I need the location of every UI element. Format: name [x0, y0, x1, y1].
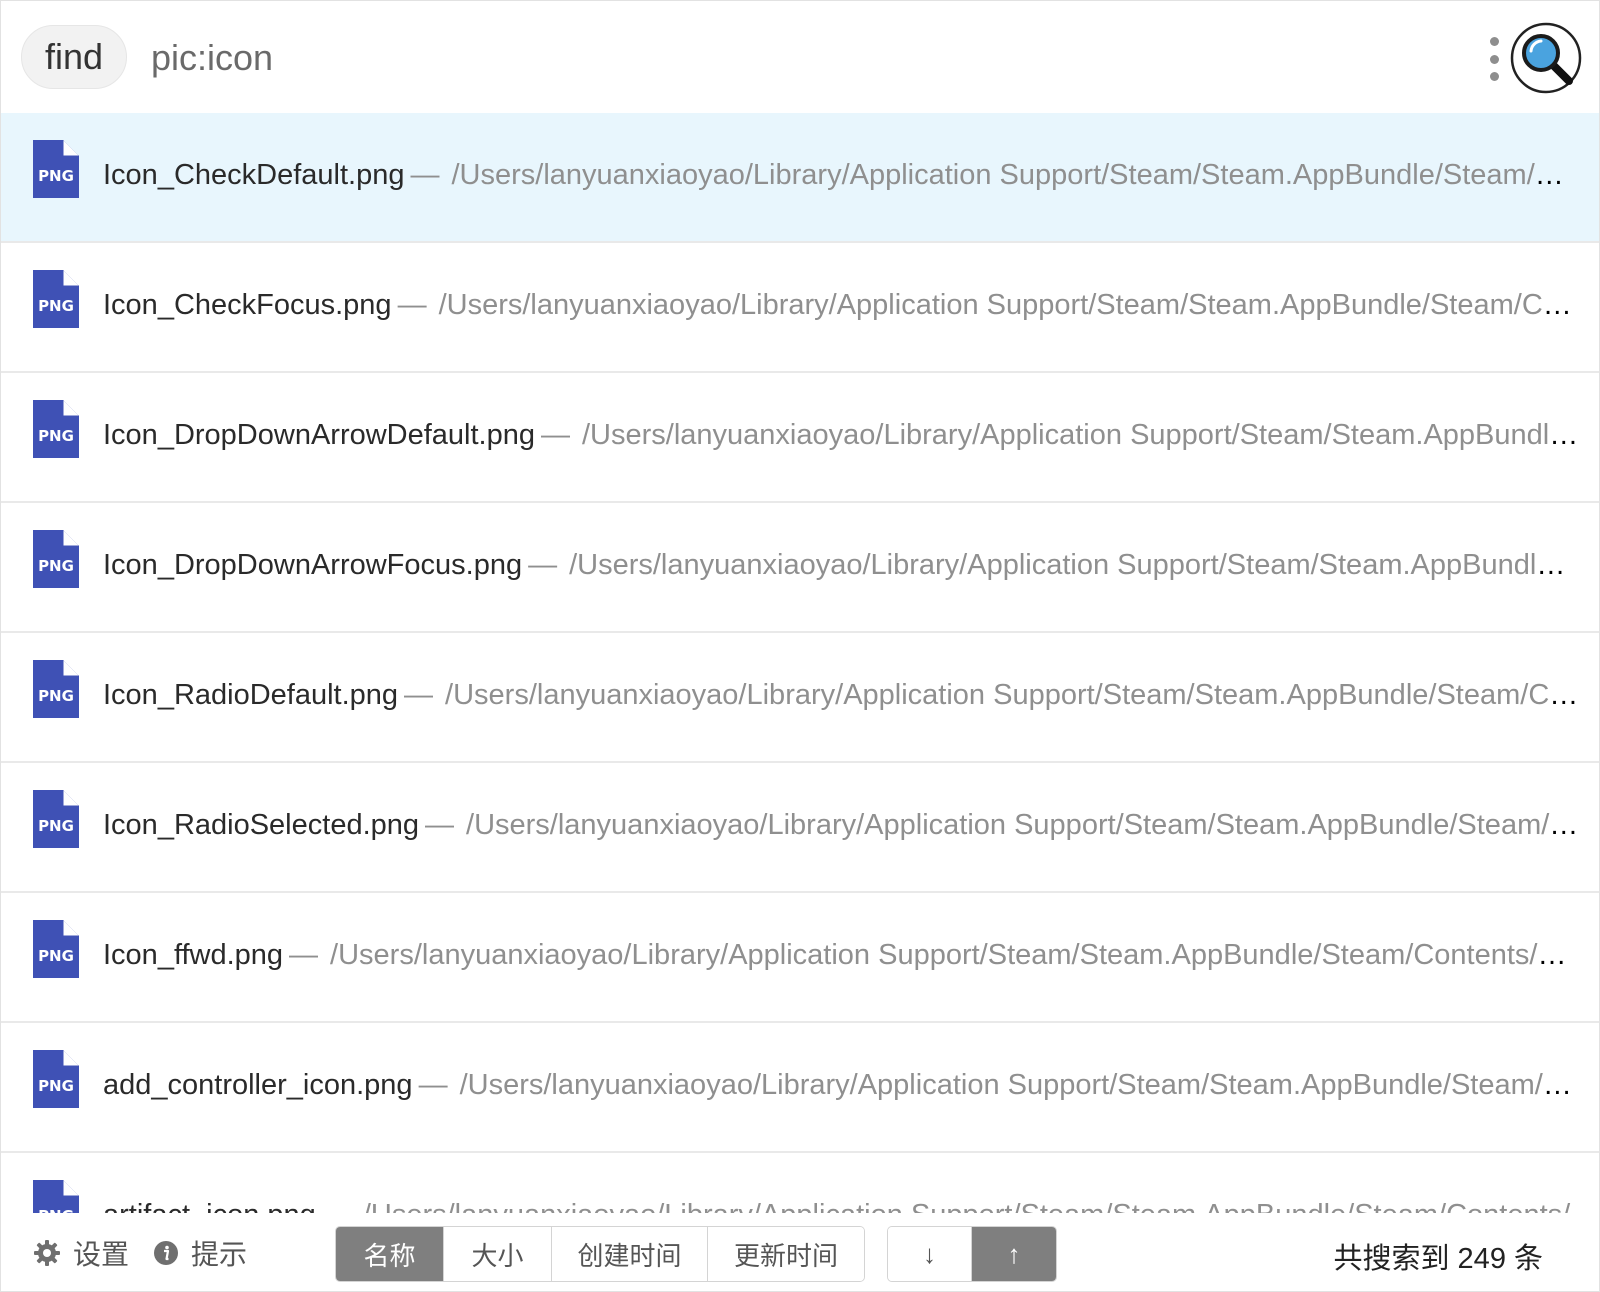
file-name: Icon_CheckDefault.png [103, 159, 405, 191]
name-path-separator: — [289, 939, 319, 971]
file-path: /Users/lanyuanxiaoyao/Library/Applicatio… [445, 679, 1579, 711]
result-text: Icon_ffwd.png — /Users/lanyuanxiaoyao/Libr… [103, 935, 1579, 975]
png-file-icon: PNG [33, 790, 79, 848]
gear-icon [34, 1240, 60, 1266]
sort-order-segmented: ↓ ↑ [887, 1226, 1057, 1282]
settings-label: 设置 [73, 1239, 130, 1270]
name-path-separator: — [404, 679, 434, 711]
file-name: Icon_CheckFocus.png [103, 289, 392, 321]
info-icon [154, 1241, 178, 1265]
file-type-badge: PNG [38, 687, 74, 705]
file-name: Icon_RadioSelected.png [103, 809, 420, 841]
result-row[interactable]: PNG Icon_RadioDefault.png — /Users/lanyuanx… [1, 633, 1599, 763]
result-count: 共搜索到 249 条 [1333, 1243, 1544, 1275]
hint-button[interactable]: 提示 [153, 1231, 247, 1275]
name-path-separator: — [418, 1069, 448, 1101]
name-path-separator: — [322, 1199, 351, 1213]
search-mode-pill[interactable]: find [21, 25, 127, 89]
result-text: Icon_RadioDefault.png — /Users/lanyuanxiao… [103, 675, 1579, 715]
file-type-badge: PNG [38, 817, 74, 835]
sort-by-updated-button[interactable]: 更新时间 [708, 1227, 864, 1281]
sort-descending-button[interactable]: ↓ [888, 1227, 972, 1281]
file-name: artifact_icon.png [103, 1199, 316, 1213]
result-text: artifact_icon.png — /Users/lanyuanxiaoyao/… [103, 1195, 1579, 1213]
sort-field-segmented: 名称 大小 创建时间 更新时间 [335, 1226, 865, 1282]
result-row[interactable]: PNG Icon_RadioSelected.png — /Users/lanyuan… [1, 763, 1599, 893]
file-path: /Users/lanyuanxiaoyao/Library/Applicatio… [569, 549, 1579, 581]
file-path: /Users/lanyuanxiaoyao/Library/Applicatio… [330, 939, 1579, 971]
search-icon[interactable] [1509, 21, 1583, 95]
result-row[interactable]: PNG Icon_DropDownArrowFocus.png — /Users/la… [1, 503, 1599, 633]
result-row[interactable]: PNG Icon_ffwd.png — /Users/lanyuanxiaoyao/L… [1, 893, 1599, 1023]
file-name: Icon_DropDownArrowFocus.png [103, 549, 523, 581]
png-file-icon: PNG [33, 140, 79, 198]
more-options-icon[interactable] [1479, 37, 1509, 81]
png-file-icon: PNG [33, 1050, 79, 1108]
result-row[interactable]: PNG Icon_CheckFocus.png — /Users/lanyuanxia… [1, 243, 1599, 373]
png-file-icon: PNG [33, 270, 79, 328]
file-path: /Users/lanyuanxiaoyao/Library/Applicatio… [459, 1069, 1579, 1101]
result-text: Icon_CheckFocus.png — /Users/lanyuanxiaoya… [103, 285, 1579, 325]
footer-bar: 设置 提示 名称 大小 创建时间 更新时间 ↓ ↑ 共搜索到 249 条 [1, 1213, 1599, 1291]
result-text: Icon_DropDownArrowFocus.png — /Users/lanyu… [103, 545, 1579, 585]
file-name: add_controller_icon.png [103, 1069, 413, 1101]
name-path-separator: — [541, 419, 570, 451]
result-row[interactable]: PNG artifact_icon.png — /Users/lanyuanxiaoy… [1, 1153, 1599, 1213]
file-type-badge: PNG [38, 427, 74, 445]
file-name: Icon_ffwd.png [103, 939, 284, 971]
sort-ascending-button[interactable]: ↑ [972, 1227, 1056, 1281]
file-name: Icon_RadioDefault.png [103, 679, 399, 711]
sort-by-created-button[interactable]: 创建时间 [552, 1227, 708, 1281]
file-path: /Users/lanyuanxiaoyao/Library/Applicatio… [363, 1199, 1570, 1213]
result-text: Icon_DropDownArrowDefault.png — /Users/lan… [103, 415, 1579, 455]
name-path-separator: — [528, 549, 558, 581]
file-type-badge: PNG [38, 557, 74, 575]
settings-button[interactable]: 设置 [33, 1231, 129, 1275]
file-name: Icon_DropDownArrowDefault.png [103, 419, 535, 451]
file-path: /Users/lanyuanxiaoyao/Library/Applicatio… [466, 809, 1579, 841]
result-row[interactable]: PNG Icon_CheckDefault.png — /Users/lanyuanx… [1, 113, 1599, 243]
hint-label: 提示 [191, 1239, 248, 1270]
search-input[interactable] [151, 29, 1451, 87]
file-type-badge: PNG [38, 1077, 74, 1095]
png-file-icon: PNG [33, 920, 79, 978]
finder-window: find PNGIcon_CheckDefault.png—/Users/lan… [0, 0, 1600, 1292]
result-text: add_controller_icon.png — /Users/lanyuanxi… [103, 1065, 1579, 1105]
search-bar: find [1, 1, 1599, 113]
file-path: /Users/lanyuanxiaoyao/Library/Applicatio… [438, 289, 1579, 321]
file-path: /Users/lanyuanxiaoyao/Library/Applicatio… [451, 159, 1579, 191]
name-path-separator: — [410, 159, 440, 191]
file-type-badge: PNG [38, 297, 74, 315]
png-file-icon: PNG [33, 660, 79, 718]
result-text: Icon_CheckDefault.png — /Users/lanyuanxiao… [103, 155, 1579, 195]
name-path-separator: — [425, 809, 455, 841]
file-type-badge: PNG [38, 947, 74, 965]
results-list: PNG Icon_CheckDefault.png —/Users/lanyuanx… [1, 113, 1599, 1213]
result-row[interactable]: PNG Icon_DropDownArrowDefault.png — /Users/… [1, 373, 1599, 503]
sort-by-name-button[interactable]: 名称 [336, 1227, 444, 1281]
file-path: /Users/lanyuanxiaoyao/Library/Applicatio… [582, 419, 1579, 451]
sort-by-size-button[interactable]: 大小 [444, 1227, 552, 1281]
png-file-icon: PNG [33, 530, 79, 588]
file-type-badge: PNG [38, 167, 74, 185]
name-path-separator: — [397, 289, 427, 321]
png-file-icon: PNG [33, 1180, 79, 1213]
result-row[interactable]: PNG add_controller_icon.png — /Users/lanyua… [1, 1023, 1599, 1153]
png-file-icon: PNG [33, 400, 79, 458]
result-text: Icon_RadioSelected.png — /Users/lanyuanxia… [103, 805, 1579, 845]
